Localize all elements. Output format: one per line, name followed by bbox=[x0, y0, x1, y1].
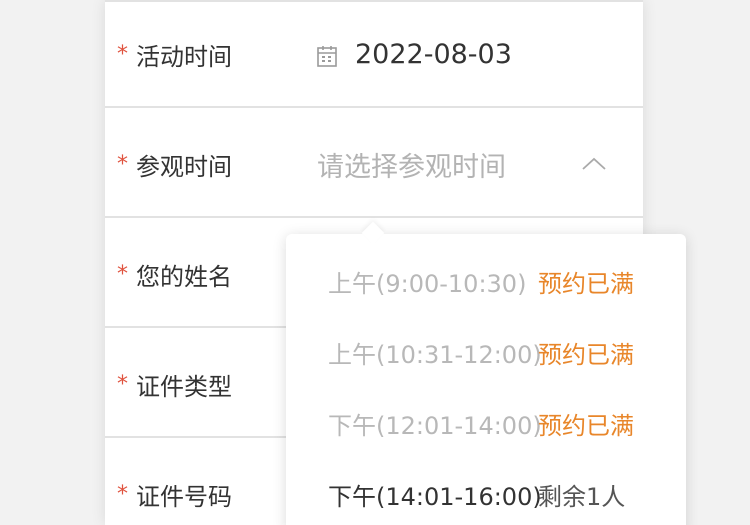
time-option[interactable]: 上午(9:00-10:30) 预约已满 bbox=[286, 246, 686, 316]
time-option[interactable]: 下午(12:01-14:00) 预约已满 bbox=[286, 388, 686, 458]
screen: * 活动时间 2022-08-03 * 参观时间 请选择参观时间 * 您的姓名 … bbox=[0, 0, 750, 525]
form-row-visit-time: * 参观时间 请选择参观时间 bbox=[105, 110, 643, 218]
field-label-id-number: * 证件号码 bbox=[117, 440, 232, 525]
time-option-range: 上午(9:00-10:30) bbox=[328, 269, 527, 298]
label-text: 参观时间 bbox=[136, 152, 232, 181]
required-mark: * bbox=[117, 41, 128, 67]
time-option-status: 预约已满 bbox=[538, 340, 634, 369]
label-text: 证件类型 bbox=[136, 372, 232, 401]
field-label-visit-time: * 参观时间 bbox=[117, 110, 232, 218]
time-option-status: 预约已满 bbox=[538, 411, 634, 440]
activity-date-value: 2022-08-03 bbox=[355, 38, 512, 70]
field-label-name: * 您的姓名 bbox=[117, 220, 232, 328]
form-row-activity-time: * 活动时间 2022-08-03 bbox=[105, 0, 643, 108]
time-option-status: 预约已满 bbox=[538, 269, 634, 298]
visit-time-dropdown: 上午(9:00-10:30) 预约已满 上午(10:31-12:00) 预约已满… bbox=[286, 221, 686, 525]
time-option[interactable]: 下午(14:01-16:00) 剩余1人 bbox=[286, 459, 686, 525]
calendar-icon bbox=[317, 43, 337, 67]
time-option-range: 下午(14:01-16:00) bbox=[328, 482, 542, 511]
label-text: 您的姓名 bbox=[136, 262, 232, 291]
visit-time-placeholder: 请选择参观时间 bbox=[317, 151, 506, 183]
activity-date-field[interactable]: 2022-08-03 bbox=[317, 0, 512, 108]
visit-time-select[interactable]: 请选择参观时间 bbox=[317, 110, 506, 218]
required-mark: * bbox=[117, 371, 128, 397]
label-text: 活动时间 bbox=[136, 42, 232, 71]
required-mark: * bbox=[117, 261, 128, 287]
chevron-up-icon[interactable] bbox=[581, 110, 607, 218]
time-option-range: 上午(10:31-12:00) bbox=[328, 340, 542, 369]
required-mark: * bbox=[117, 151, 128, 177]
time-option[interactable]: 上午(10:31-12:00) 预约已满 bbox=[286, 317, 686, 387]
time-option-range: 下午(12:01-14:00) bbox=[328, 411, 542, 440]
required-mark: * bbox=[117, 481, 128, 507]
field-label-activity-time: * 活动时间 bbox=[117, 0, 232, 108]
field-label-id-type: * 证件类型 bbox=[117, 330, 232, 438]
label-text: 证件号码 bbox=[136, 482, 232, 511]
time-option-status: 剩余1人 bbox=[538, 482, 626, 511]
